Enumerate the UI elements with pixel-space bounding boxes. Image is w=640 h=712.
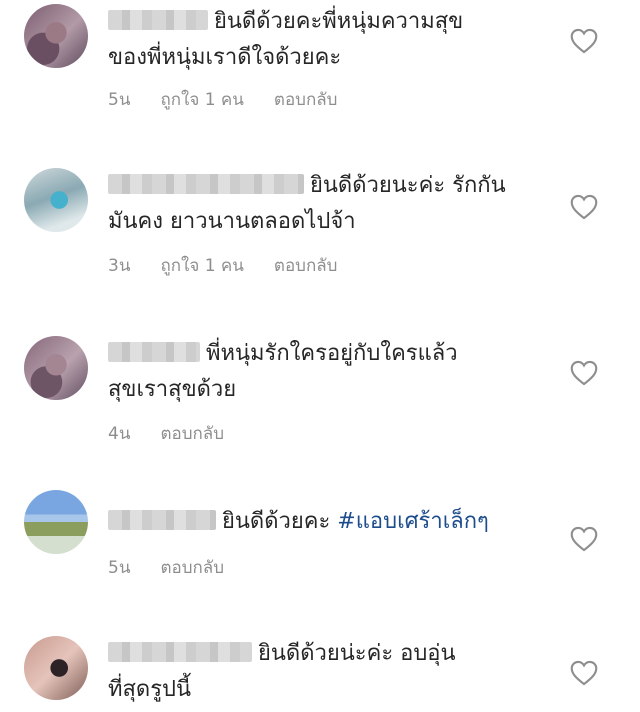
comment-text: ที่สุดรูปนี้ <box>108 677 192 702</box>
comment-text: ยินดีด้วยนะค่ะ รักกัน <box>310 173 506 198</box>
heart-icon[interactable] <box>570 526 598 552</box>
like-count[interactable]: ถูกใจ 1 คน <box>160 90 243 110</box>
avatar[interactable] <box>24 636 88 700</box>
like-count[interactable]: ถูกใจ 1 คน <box>160 256 243 276</box>
comment-text: ยินดีด้วยน่ะค่ะ อบอุ่น <box>258 641 456 666</box>
username-blurred[interactable] <box>108 510 216 530</box>
heart-icon[interactable] <box>570 660 598 686</box>
username-blurred[interactable] <box>108 642 252 662</box>
comment-time: 3น <box>108 256 131 276</box>
username-blurred[interactable] <box>108 342 200 362</box>
username-blurred[interactable] <box>108 174 304 194</box>
comment-text: มันคง ยาวนานตลอดไปจ้า <box>108 209 356 234</box>
comment-text: ยินดีด้วยคะพี่หนุ่มความสุข <box>214 9 464 34</box>
comment-text: สุขเราสุขด้วย <box>108 377 237 402</box>
avatar[interactable] <box>24 336 88 400</box>
username-blurred[interactable] <box>108 10 208 30</box>
hashtag-link[interactable]: #แอบเศร้าเล็กๆ <box>337 509 489 534</box>
avatar[interactable] <box>24 168 88 232</box>
reply-link[interactable]: ตอบกลับ <box>160 558 224 578</box>
reply-link[interactable]: ตอบกลับ <box>160 424 224 444</box>
comment-time: 4น <box>108 424 131 444</box>
avatar[interactable] <box>24 4 88 68</box>
heart-icon[interactable] <box>570 28 598 54</box>
comment-text: ยินดีด้วยคะ <box>222 509 338 534</box>
comment-time: 5น <box>108 90 131 110</box>
reply-link[interactable]: ตอบกลับ <box>274 90 338 110</box>
avatar[interactable] <box>24 490 88 554</box>
heart-icon[interactable] <box>570 360 598 386</box>
comment-text: ของพี่หนุ่มเราดีใจด้วยคะ <box>108 45 342 70</box>
comment-text: พี่หนุ่มรักใครอยู่กับใครแล้ว <box>206 341 458 366</box>
reply-link[interactable]: ตอบกลับ <box>274 256 338 276</box>
heart-icon[interactable] <box>570 194 598 220</box>
comment-time: 5น <box>108 558 131 578</box>
